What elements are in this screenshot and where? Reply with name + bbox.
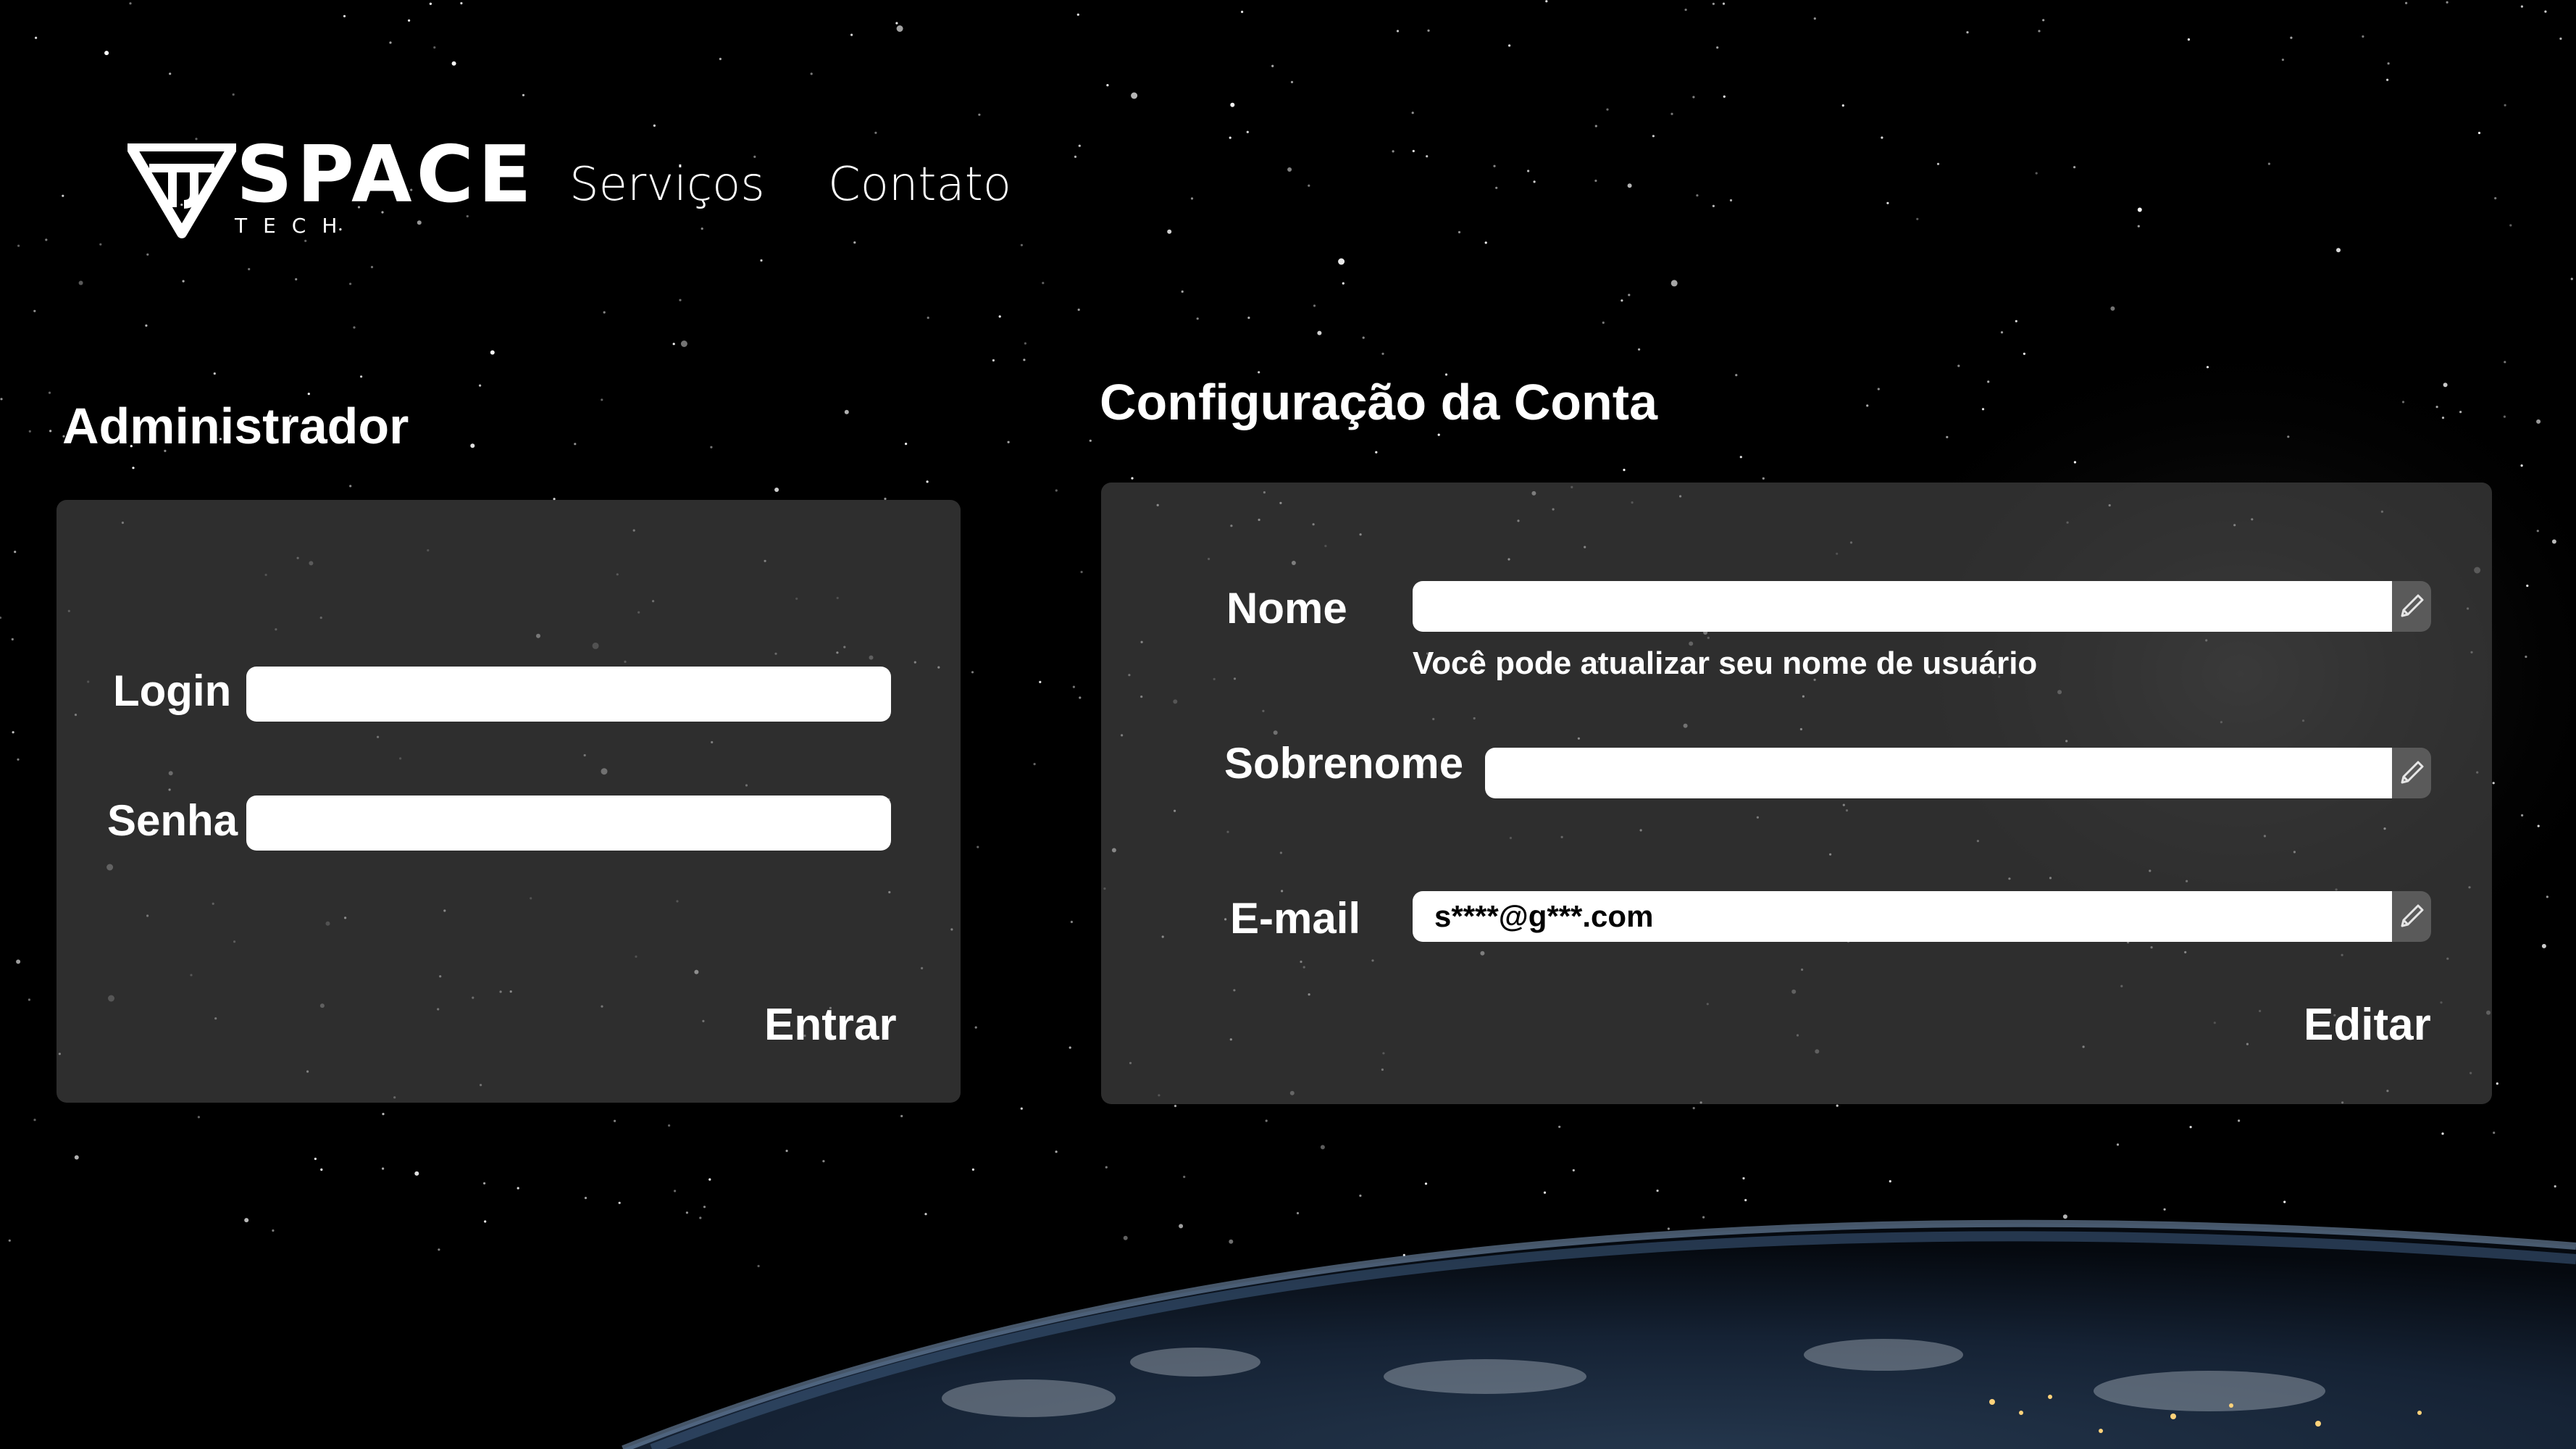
- name-hint: Você pode atualizar seu nome de usuário: [1413, 646, 2038, 681]
- email-input[interactable]: [1413, 891, 2392, 942]
- email-label: E-mail: [1230, 894, 1361, 943]
- logo-wordmark: SPACE: [236, 130, 536, 220]
- surname-input[interactable]: [1485, 748, 2392, 798]
- password-label: Senha: [107, 796, 238, 845]
- pencil-icon: [2401, 594, 2424, 617]
- name-edit-button[interactable]: [2392, 581, 2431, 632]
- name-input[interactable]: [1413, 581, 2392, 632]
- email-edit-button[interactable]: [2392, 891, 2431, 942]
- nav-link-contato[interactable]: Contato: [828, 162, 1011, 208]
- login-submit-button[interactable]: Entrar: [764, 1003, 897, 1048]
- logo[interactable]: SPACE TECH: [127, 136, 532, 246]
- edit-account-button[interactable]: Editar: [2304, 1003, 2431, 1048]
- surname-edit-button[interactable]: [2392, 748, 2431, 798]
- nav-link-servicos[interactable]: Serviços: [569, 162, 765, 208]
- name-label: Nome: [1226, 584, 1347, 632]
- password-input[interactable]: [246, 796, 891, 851]
- pencil-icon: [2401, 904, 2424, 927]
- admin-section-title: Administrador: [62, 398, 409, 454]
- pencil-icon: [2401, 761, 2424, 784]
- logo-subtitle: TECH: [235, 214, 354, 238]
- account-section-title: Configuração da Conta: [1100, 374, 1658, 430]
- login-input[interactable]: [246, 667, 891, 722]
- triangle-logo-icon: [127, 143, 236, 238]
- login-label: Login: [113, 667, 232, 715]
- surname-label: Sobrenome: [1224, 739, 1464, 788]
